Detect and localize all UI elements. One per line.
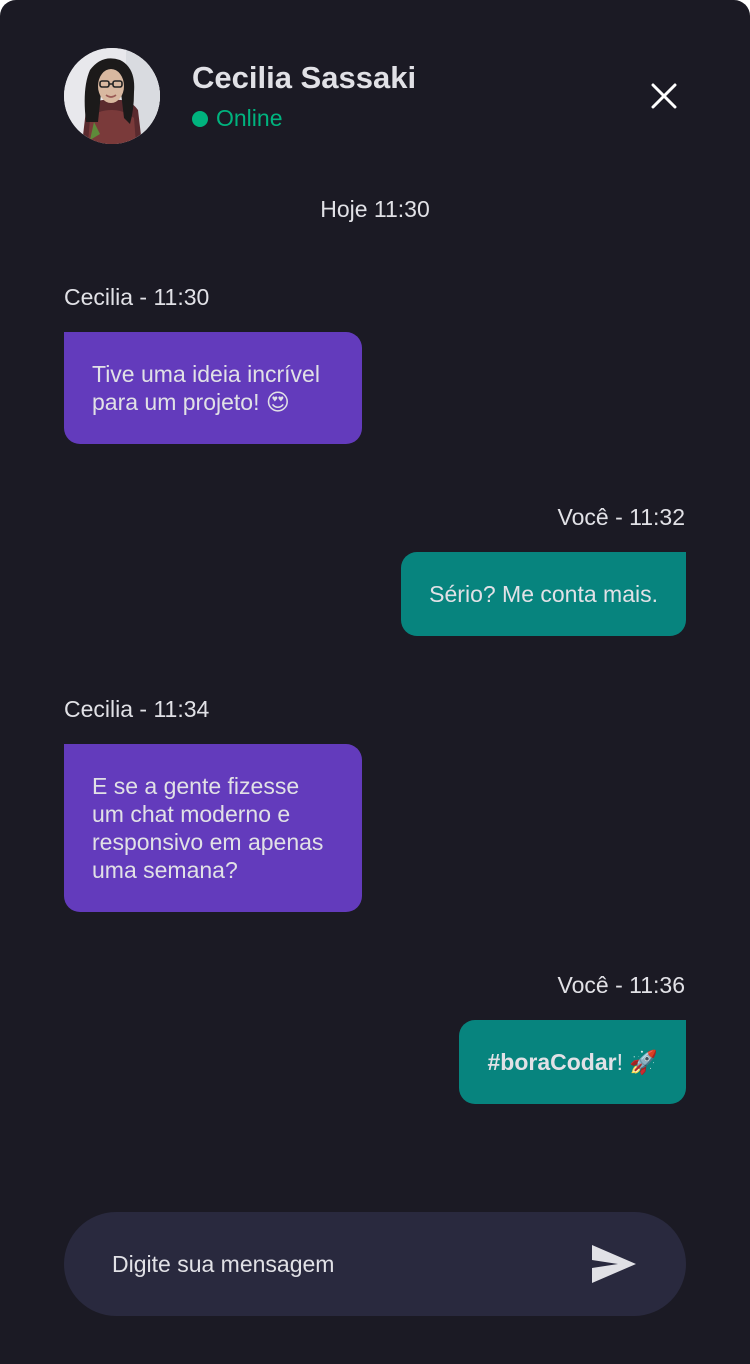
outgoing-message-bubble[interactable]: Sério? Me conta mais. (401, 552, 686, 636)
message-meta: Você - 11:32 (557, 504, 685, 530)
send-icon (592, 1245, 636, 1283)
online-status: Online (192, 105, 282, 132)
message-input[interactable] (112, 1244, 572, 1284)
close-icon (651, 83, 677, 109)
message-meta: Você - 11:36 (557, 972, 685, 998)
status-dot-icon (192, 110, 208, 127)
chat-window: Cecilia Sassaki Online Hoje 11:30 Cecili… (0, 0, 750, 1364)
hashtag: #boraCodar (487, 1049, 617, 1075)
message-line: Sério? Me conta mais. (429, 581, 658, 607)
message-line: #boraCodar! 🚀 (487, 1048, 658, 1076)
day-stamp: Hoje 11:30 (320, 196, 430, 222)
message-line: Tive uma ideia incrível (92, 361, 320, 387)
message-suffix: ! 🚀 (616, 1049, 658, 1075)
message-line: E se a gente fizesse (92, 773, 300, 799)
message-line: para um projeto! 😍 (92, 389, 290, 415)
message-line: responsivo em apenas (92, 829, 324, 855)
chat-header: Cecilia Sassaki Online (64, 48, 686, 144)
message-line: uma semana? (92, 857, 238, 883)
message-meta: Cecilia - 11:34 (64, 696, 210, 722)
close-button[interactable] (646, 78, 682, 114)
status-text: Online (216, 105, 283, 131)
message-line: um chat moderno e (92, 801, 291, 827)
incoming-message-bubble[interactable]: E se a gente fizesse um chat moderno e r… (64, 744, 362, 912)
avatar (64, 48, 160, 144)
avatar-photo (64, 48, 160, 144)
contact-name: Cecilia Sassaki (192, 60, 417, 95)
outgoing-message-bubble[interactable]: #boraCodar! 🚀 (459, 1020, 686, 1104)
incoming-message-bubble[interactable]: Tive uma ideia incrível para um projeto!… (64, 332, 362, 444)
message-meta: Cecilia - 11:30 (64, 284, 210, 310)
send-button[interactable] (590, 1243, 638, 1285)
message-composer (64, 1212, 686, 1316)
